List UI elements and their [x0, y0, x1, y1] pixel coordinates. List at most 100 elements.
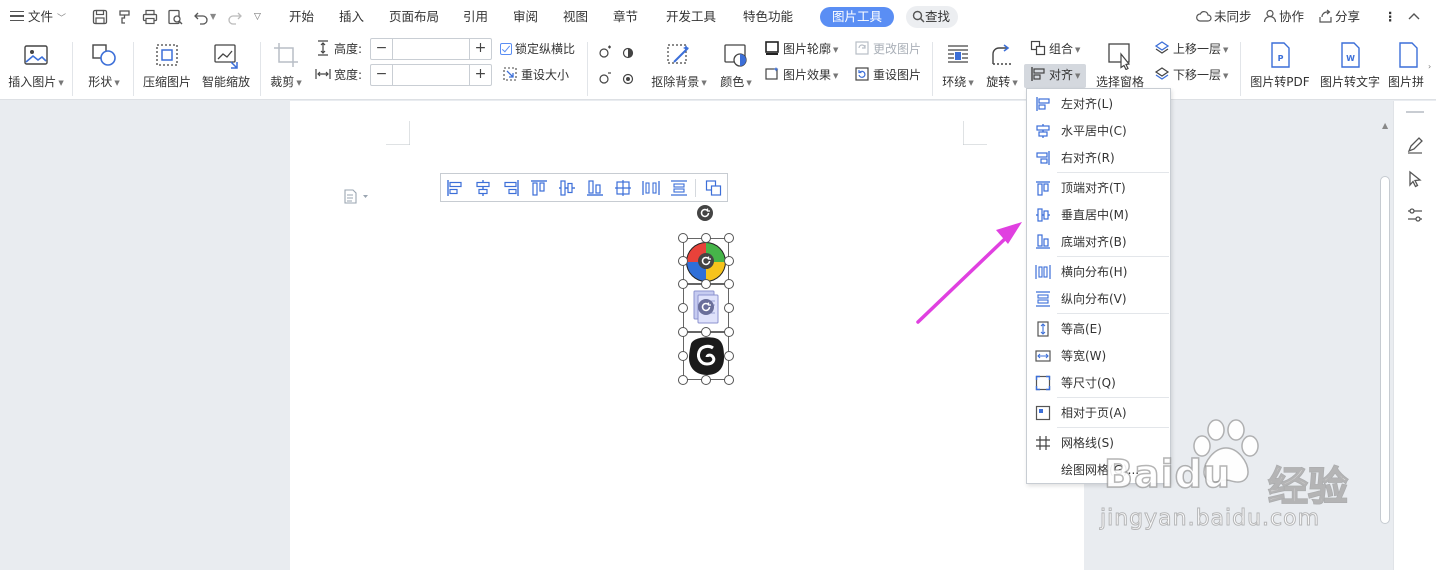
bring-forward-button[interactable]: 上移一层 ▼	[1154, 39, 1228, 59]
resize-handle[interactable]	[678, 233, 688, 243]
menu-item-align-top[interactable]: 顶端对齐(T)	[1027, 176, 1170, 200]
vertical-scrollbar[interactable]: ▲	[1378, 101, 1392, 570]
resize-handle[interactable]	[701, 233, 711, 243]
menu-item-distribute-v[interactable]: 纵向分布(V)	[1027, 287, 1170, 311]
tab-view[interactable]: 视图	[563, 7, 588, 27]
shape-button[interactable]: 形状 ▼	[80, 40, 128, 98]
menu-item-align-bottom[interactable]: 底端对齐(B)	[1027, 230, 1170, 254]
scrollbar-thumb[interactable]	[1380, 176, 1390, 524]
menu-item-distribute-h[interactable]: 横向分布(H)	[1027, 260, 1170, 284]
distribute-grid-icon[interactable]	[614, 180, 632, 196]
picture-effects-button[interactable]: 图片效果 ▼	[764, 65, 838, 85]
save-icon[interactable]	[91, 8, 109, 26]
align-center-h-icon[interactable]	[474, 180, 492, 196]
group-icon[interactable]	[705, 180, 723, 196]
resize-handle[interactable]	[724, 375, 734, 385]
collapse-ribbon-icon[interactable]	[1405, 8, 1423, 26]
resize-handle[interactable]	[724, 256, 734, 266]
resize-handle[interactable]	[678, 375, 688, 385]
insert-picture-button[interactable]: 插入图片 ▼	[4, 40, 68, 98]
smart-scale-button[interactable]: 智能缩放	[198, 40, 254, 98]
lock-ratio-checkbox[interactable]: 锁定纵横比	[500, 39, 575, 59]
brightness-down-icon[interactable]	[596, 70, 612, 86]
swirl-logo-image[interactable]	[685, 334, 727, 378]
undo-dropdown-icon[interactable]: ▼	[210, 7, 216, 27]
print-preview-icon[interactable]	[166, 8, 184, 26]
picture-splice-button[interactable]: 图片拼	[1388, 40, 1428, 98]
width-increase-button[interactable]: +	[469, 65, 491, 85]
undo-icon[interactable]	[192, 8, 210, 26]
cursor-icon[interactable]	[1405, 169, 1425, 189]
height-increase-button[interactable]: +	[469, 39, 491, 59]
width-spinner[interactable]: − +	[370, 64, 492, 86]
menu-item-same-height[interactable]: 等高(E)	[1027, 317, 1170, 341]
menu-item-same-width[interactable]: 等宽(W)	[1027, 344, 1170, 368]
customize-qa-icon[interactable]: ▽	[254, 7, 261, 27]
align-middle-v-icon[interactable]	[558, 180, 576, 196]
brightness-up-icon[interactable]	[596, 44, 612, 60]
resize-handle[interactable]	[701, 327, 711, 337]
resize-handle[interactable]	[724, 279, 734, 289]
contrast-down-icon[interactable]	[620, 70, 636, 86]
rotate-handle[interactable]	[698, 253, 714, 269]
resize-handle[interactable]	[678, 256, 688, 266]
format-painter-icon[interactable]	[116, 8, 134, 26]
resize-handle[interactable]	[724, 327, 734, 337]
more-menu-icon[interactable]: ⋮	[1384, 7, 1397, 27]
menu-item-same-size[interactable]: 等尺寸(Q)	[1027, 371, 1170, 395]
reset-picture-button[interactable]: 重设图片	[854, 65, 921, 85]
width-decrease-button[interactable]: −	[371, 65, 393, 85]
rotate-handle[interactable]	[698, 299, 714, 315]
color-button[interactable]: 颜色 ▼	[716, 40, 756, 98]
align-bottom-icon[interactable]	[586, 180, 604, 196]
file-menu[interactable]: 文件 ﹀	[10, 7, 66, 27]
pen-icon[interactable]	[1405, 135, 1425, 155]
picture-outline-button[interactable]: 图片轮廓 ▼	[764, 39, 838, 59]
rotate-handle[interactable]	[697, 205, 713, 221]
resize-handle[interactable]	[678, 279, 688, 289]
settings-sliders-icon[interactable]	[1405, 205, 1425, 225]
tab-chapter[interactable]: 章节	[613, 7, 638, 27]
distribute-h-icon[interactable]	[642, 180, 660, 196]
height-decrease-button[interactable]: −	[371, 39, 393, 59]
resize-handle[interactable]	[724, 233, 734, 243]
picture-to-pdf-button[interactable]: P 图片转PDF	[1248, 40, 1312, 98]
tab-page-layout[interactable]: 页面布局	[389, 7, 439, 27]
menu-item-gridlines[interactable]: 网格线(S)	[1027, 431, 1170, 455]
resize-handle[interactable]	[678, 303, 688, 313]
tab-home[interactable]: 开始	[289, 7, 314, 27]
group-button[interactable]: 组合 ▼	[1030, 39, 1080, 59]
resize-handle[interactable]	[678, 351, 688, 361]
sync-status[interactable]: 未同步	[1196, 7, 1252, 27]
scroll-up-icon[interactable]: ▲	[1382, 121, 1388, 130]
tab-picture-tools[interactable]: 图片工具	[820, 7, 894, 27]
menu-item-relative-to-page[interactable]: 相对于页(A)	[1027, 401, 1170, 425]
resize-handle[interactable]	[701, 375, 711, 385]
paste-options-icon[interactable]	[343, 188, 371, 204]
align-left-icon[interactable]	[446, 180, 464, 196]
tab-review[interactable]: 审阅	[513, 7, 538, 27]
print-icon[interactable]	[141, 8, 159, 26]
compress-picture-button[interactable]: 压缩图片	[140, 40, 194, 98]
wrap-button[interactable]: 环绕 ▼	[938, 40, 978, 98]
search-button[interactable]: 查找	[906, 6, 958, 28]
share-button[interactable]: 分享	[1318, 7, 1360, 27]
remove-background-button[interactable]: 抠除背景 ▼	[648, 40, 710, 98]
contrast-up-icon[interactable]	[620, 44, 636, 60]
menu-item-align-center[interactable]: 水平居中(C)	[1027, 119, 1170, 143]
menu-item-drawing-grid[interactable]: 绘图网格(G)...	[1027, 458, 1170, 482]
collaborate-button[interactable]: 协作	[1263, 7, 1304, 27]
menu-item-align-right[interactable]: 右对齐(R)	[1027, 146, 1170, 170]
resize-handle[interactable]	[724, 351, 734, 361]
reset-size-button[interactable]: 重设大小	[502, 65, 569, 85]
align-right-icon[interactable]	[502, 180, 520, 196]
send-backward-button[interactable]: 下移一层 ▼	[1154, 65, 1228, 85]
align-button[interactable]: 对齐 ▼	[1030, 65, 1080, 85]
tab-developer[interactable]: 开发工具	[666, 7, 716, 27]
align-top-icon[interactable]	[530, 180, 548, 196]
resize-handle[interactable]	[678, 327, 688, 337]
menu-item-align-left[interactable]: 左对齐(L)	[1027, 92, 1170, 116]
menu-item-align-middle[interactable]: 垂直居中(M)	[1027, 203, 1170, 227]
height-spinner[interactable]: − +	[370, 38, 492, 60]
tab-special[interactable]: 特色功能	[743, 7, 793, 27]
